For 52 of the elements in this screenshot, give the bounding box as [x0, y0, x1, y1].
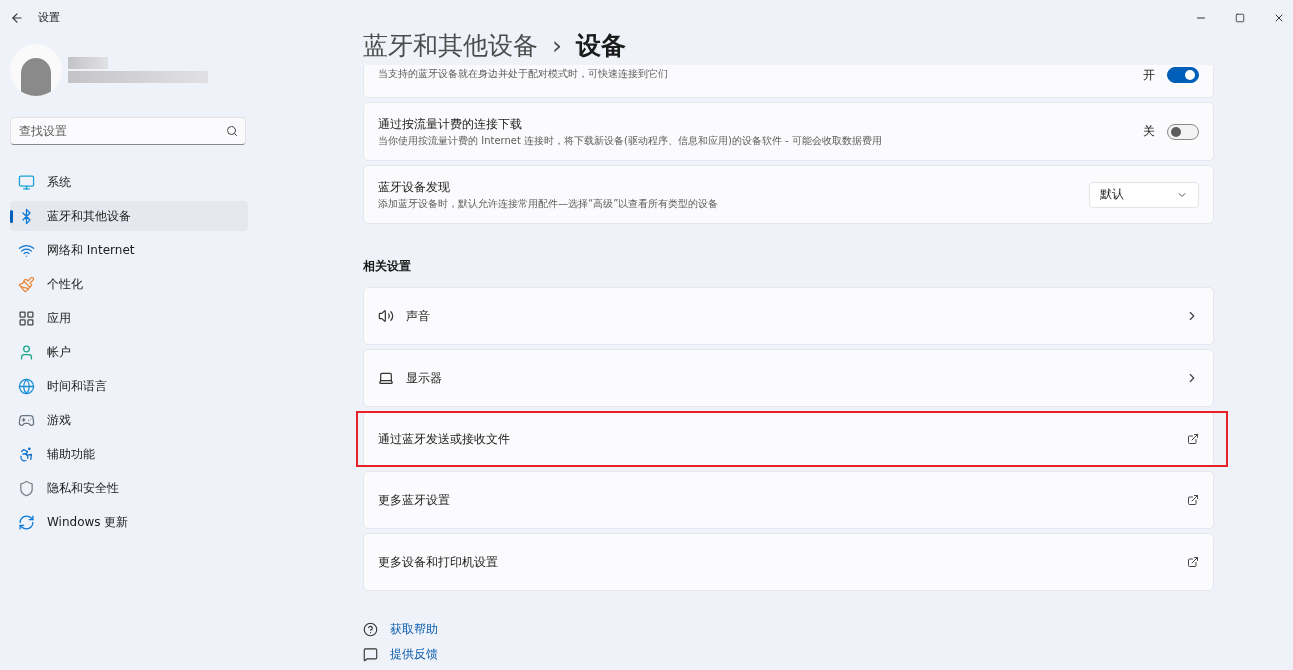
toggle-state: 开 [1143, 67, 1155, 84]
help-link[interactable]: 获取帮助 [390, 621, 438, 638]
sidebar-item[interactable]: 帐户 [10, 337, 248, 367]
sidebar-item[interactable]: 个性化 [10, 269, 248, 299]
refresh-icon [18, 513, 35, 531]
help-icon [363, 622, 378, 637]
breadcrumb-separator: › [552, 30, 562, 60]
laptop-icon [378, 370, 394, 386]
setting-description: 添加蓝牙设备时，默认允许连接常用配件—选择“高级”以查看所有类型的设备 [378, 196, 720, 211]
related-setting[interactable]: 声音 [363, 287, 1214, 345]
external-link-icon [1187, 433, 1199, 445]
maximize-button[interactable] [1235, 12, 1245, 23]
toggle-switch[interactable] [1167, 67, 1199, 83]
person-icon [18, 343, 35, 361]
toggle-state: 关 [1143, 123, 1155, 140]
related-setting[interactable]: 显示器 [363, 349, 1214, 407]
apps-icon [18, 309, 35, 327]
section-heading: 相关设置 [363, 258, 412, 275]
search-icon [226, 125, 238, 137]
feedback-icon [363, 647, 378, 662]
breadcrumb-link[interactable]: 蓝牙和其他设备 [363, 28, 538, 62]
setting-title: 蓝牙设备发现 [378, 178, 451, 196]
accessibility-icon [18, 445, 35, 463]
page-title: 设备 [576, 29, 626, 62]
sidebar-item[interactable]: 时间和语言 [10, 371, 248, 401]
related-setting[interactable]: 更多设备和打印机设置 [363, 533, 1214, 591]
sidebar-item[interactable]: 蓝牙和其他设备 [10, 201, 248, 231]
external-link-icon [1187, 556, 1199, 568]
setting-title: 通过按流量计费的连接下载 [378, 115, 523, 133]
external-link-icon [1187, 494, 1199, 506]
related-setting[interactable]: 更多蓝牙设置 [363, 471, 1214, 529]
paintbrush-icon [18, 275, 35, 293]
setting-description: 当支持的蓝牙设备就在身边并处于配对模式时，可快速连接到它们 [378, 67, 669, 81]
sidebar-item[interactable]: 辅助功能 [10, 439, 248, 469]
avatar [10, 44, 62, 96]
monitor-icon [18, 173, 35, 191]
dropdown[interactable]: 默认 [1089, 181, 1199, 208]
setting-description: 当你使用按流量计费的 Internet 连接时，将下载新设备(驱动程序、信息和应用)的设备软件 - 可能会收取数据费用 [378, 133, 883, 148]
globe-icon [18, 377, 35, 395]
sidebar-item[interactable]: 隐私和安全性 [10, 473, 248, 503]
speaker-icon [378, 308, 394, 324]
help-link[interactable]: 提供反馈 [390, 646, 438, 663]
back-button[interactable] [10, 10, 24, 25]
shield-icon [18, 479, 35, 497]
sidebar-item[interactable]: 网络和 Internet [10, 235, 248, 265]
sidebar-item[interactable]: Windows 更新 [10, 507, 248, 537]
window-title: 设置 [38, 10, 60, 25]
sidebar-item[interactable]: 系统 [10, 167, 248, 197]
sidebar-item[interactable]: 游戏 [10, 405, 248, 435]
sidebar-item[interactable]: 应用 [10, 303, 248, 333]
search-field[interactable]: 查找设置 [10, 117, 246, 145]
toggle-switch[interactable] [1167, 123, 1199, 140]
